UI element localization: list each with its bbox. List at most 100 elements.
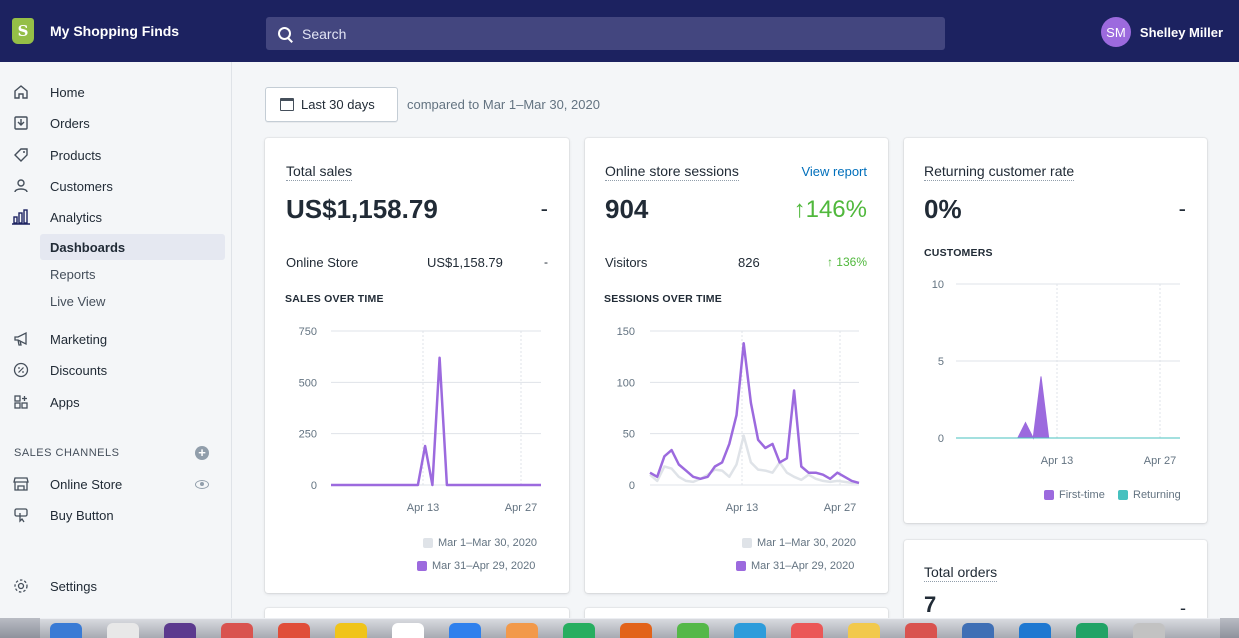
legend-item: Mar 1–Mar 30, 2020 bbox=[742, 537, 856, 549]
dock-app-icon[interactable] bbox=[278, 623, 310, 638]
user-name[interactable]: Shelley Miller bbox=[1140, 25, 1223, 40]
dock-app-icon[interactable] bbox=[563, 623, 595, 638]
card-total-sales: Total sales US$1,158.79 - Online Store U… bbox=[265, 138, 569, 593]
dock-app-icon[interactable] bbox=[221, 623, 253, 638]
eye-icon[interactable] bbox=[195, 480, 209, 489]
dock-app-icon[interactable] bbox=[1076, 623, 1108, 638]
sidebar: Home Orders Products Customers Analytics… bbox=[0, 62, 232, 618]
x-tick-label: Apr 27 bbox=[505, 502, 537, 514]
returning-rate-delta: - bbox=[1178, 196, 1186, 221]
sidebar-item-buy-button[interactable]: Buy Button bbox=[0, 501, 232, 529]
dock-app-icon[interactable] bbox=[107, 623, 139, 638]
user-menu[interactable]: SM Shelley Miller bbox=[1100, 17, 1223, 47]
sidebar-item-label: Apps bbox=[50, 394, 80, 410]
row-value: 826 bbox=[738, 255, 760, 270]
chart-label: SALES OVER TIME bbox=[285, 293, 384, 305]
dock-app-icon[interactable] bbox=[677, 623, 709, 638]
sidebar-item-marketing[interactable]: Marketing bbox=[0, 325, 232, 353]
sidebar-item-label: Discounts bbox=[50, 362, 108, 378]
sidebar-item-apps[interactable]: Apps bbox=[0, 388, 232, 416]
x-tick-label: Apr 27 bbox=[824, 502, 856, 514]
legend-label: Mar 1–Mar 30, 2020 bbox=[757, 537, 857, 549]
card-title[interactable]: Returning customer rate bbox=[924, 163, 1075, 181]
sidebar-item-home[interactable]: Home bbox=[0, 78, 232, 106]
sidebar-item-label: Online Store bbox=[50, 476, 123, 492]
row-value: US$1,158.79 bbox=[427, 255, 503, 270]
dock-app-icon[interactable] bbox=[449, 623, 481, 638]
shopify-logo-icon[interactable]: S bbox=[12, 18, 34, 44]
add-channel-icon[interactable]: + bbox=[195, 446, 209, 460]
y-tick-label: 10 bbox=[932, 279, 944, 291]
sidebar-item-label: Products bbox=[50, 147, 102, 163]
dock-app-icon[interactable] bbox=[734, 623, 766, 638]
dock-app-icon[interactable] bbox=[848, 623, 880, 638]
sidebar-item-label: Orders bbox=[50, 115, 90, 131]
search-icon bbox=[278, 26, 292, 41]
chart-label: SESSIONS OVER TIME bbox=[604, 293, 722, 305]
legend-swatch bbox=[1044, 490, 1054, 500]
dock-app-icon[interactable] bbox=[905, 623, 937, 638]
customers-chart: 0 5 10 Apr 13 Apr 27 bbox=[932, 279, 1180, 467]
series-area bbox=[956, 376, 1180, 440]
row-label: Online Store bbox=[286, 255, 359, 270]
total-sales-value: US$1,158.79 bbox=[286, 194, 438, 224]
card-title[interactable]: Online store sessions bbox=[605, 163, 739, 181]
store-name[interactable]: My Shopping Finds bbox=[50, 23, 179, 39]
legend-label: Mar 1–Mar 30, 2020 bbox=[438, 537, 538, 549]
row-delta: ↑ 136% bbox=[826, 255, 867, 269]
sidebar-item-orders[interactable]: Orders bbox=[0, 109, 232, 137]
legend-label: Returning bbox=[1133, 489, 1181, 501]
dock-app-icon[interactable] bbox=[392, 623, 424, 638]
sessions-over-time-chart: 0 50 100 150 Apr 13 Apr 27 bbox=[617, 326, 860, 514]
store-icon bbox=[12, 475, 30, 493]
sidebar-item-settings[interactable]: Settings bbox=[0, 572, 232, 600]
sidebar-item-analytics[interactable]: Analytics bbox=[0, 203, 232, 231]
date-range-button[interactable]: Last 30 days bbox=[265, 87, 398, 122]
search-input[interactable] bbox=[302, 25, 902, 42]
dock-app-icon[interactable] bbox=[620, 623, 652, 638]
dock-app-icon[interactable] bbox=[1019, 623, 1051, 638]
sidebar-subitem-live-view[interactable]: Live View bbox=[40, 288, 225, 314]
dock-app-icon[interactable] bbox=[506, 623, 538, 638]
chart-label: CUSTOMERS bbox=[924, 247, 993, 259]
orders-icon bbox=[12, 114, 30, 132]
dock-app-icon[interactable] bbox=[791, 623, 823, 638]
y-tick-label: 500 bbox=[299, 377, 317, 389]
legend-label: Mar 31–Apr 29, 2020 bbox=[432, 560, 536, 572]
dock-app-icon[interactable] bbox=[164, 623, 196, 638]
sidebar-item-label: Analytics bbox=[50, 209, 103, 225]
dock-app-icon[interactable] bbox=[50, 623, 82, 638]
search-bar[interactable] bbox=[266, 17, 945, 50]
sidebar-item-label: Marketing bbox=[50, 331, 108, 347]
y-tick-label: 150 bbox=[617, 326, 635, 338]
legend-item: Returning bbox=[1118, 489, 1181, 501]
sidebar-item-customers[interactable]: Customers bbox=[0, 172, 232, 200]
series-line bbox=[331, 356, 541, 487]
sidebar-item-discounts[interactable]: Discounts bbox=[0, 356, 232, 384]
compare-text: compared to Mar 1–Mar 30, 2020 bbox=[407, 97, 600, 112]
series-line bbox=[649, 342, 860, 485]
y-tick-label: 50 bbox=[623, 429, 635, 441]
legend-item: Mar 31–Apr 29, 2020 bbox=[417, 560, 535, 572]
legend-swatch bbox=[736, 561, 746, 571]
percent-icon bbox=[12, 361, 30, 379]
person-icon bbox=[12, 177, 30, 195]
view-report-link[interactable]: View report bbox=[801, 164, 867, 179]
card-title[interactable]: Total orders bbox=[924, 564, 998, 582]
sidebar-subitem-reports[interactable]: Reports bbox=[40, 261, 225, 287]
legend-item: Mar 1–Mar 30, 2020 bbox=[423, 537, 537, 549]
card-online-store-sessions: Online store sessions View report 904 ↑1… bbox=[585, 138, 888, 593]
sidebar-item-label: Settings bbox=[50, 578, 97, 594]
apps-icon bbox=[12, 393, 30, 411]
card-title[interactable]: Total sales bbox=[286, 163, 353, 181]
y-tick-label: 0 bbox=[938, 433, 944, 445]
avatar[interactable]: SM bbox=[1100, 17, 1131, 47]
sidebar-item-label: Customers bbox=[50, 178, 113, 194]
sessions-delta: ↑146% bbox=[793, 196, 867, 223]
dock-app-icon[interactable] bbox=[335, 623, 367, 638]
dock-app-icon[interactable] bbox=[1133, 623, 1165, 638]
dock-app-icon[interactable] bbox=[962, 623, 994, 638]
sidebar-item-label: Home bbox=[50, 84, 85, 100]
sidebar-subitem-dashboards[interactable]: Dashboards bbox=[40, 234, 225, 260]
sidebar-item-products[interactable]: Products bbox=[0, 141, 232, 169]
